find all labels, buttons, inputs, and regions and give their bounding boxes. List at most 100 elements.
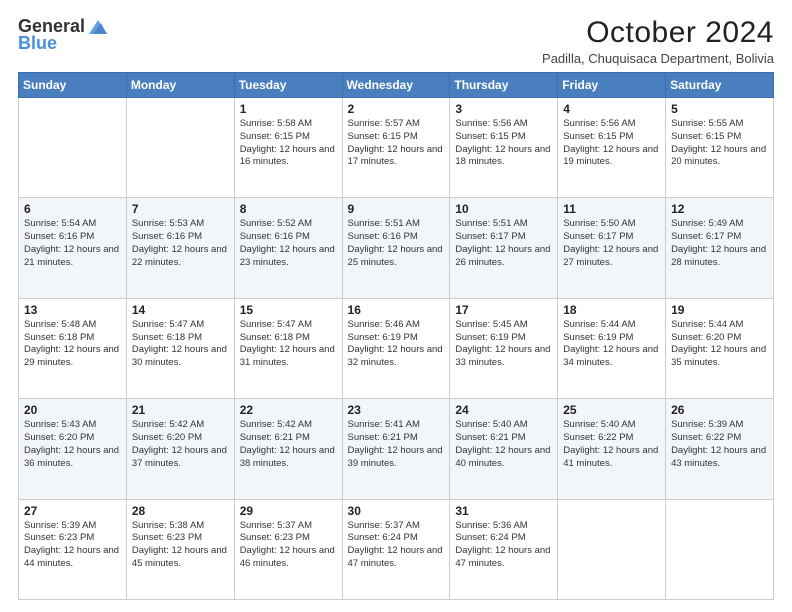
calendar-cell: [666, 499, 774, 599]
calendar-cell: 4Sunrise: 5:56 AM Sunset: 6:15 PM Daylig…: [558, 98, 666, 198]
calendar-cell: 2 Sunrise: 5:57 AM Sunset: 6:15 PM Daylig…: [342, 98, 450, 198]
day-info: Sunrise: 5:42 AM Sunset: 6:21 PM Dayligh…: [240, 419, 337, 470]
calendar-table: SundayMondayTuesdayWednesdayThursdayFrid…: [18, 72, 774, 600]
calendar-cell: 6Sunrise: 5:54 AM Sunset: 6:16 PM Daylig…: [19, 198, 127, 298]
day-info: Sunrise: 5:44 AM Sunset: 6:20 PM Dayligh…: [671, 319, 768, 370]
calendar-cell: 3 Sunrise: 5:56 AM Sunset: 6:15 PM Daylig…: [450, 98, 558, 198]
calendar-cell: 11 Sunrise: 5:50 AM Sunset: 6:17 PM Dayli…: [558, 198, 666, 298]
logo-blue: Blue: [18, 34, 57, 54]
day-number: 3: [455, 102, 552, 116]
calendar-cell: 15Sunrise: 5:47 AM Sunset: 6:18 PM Dayli…: [234, 298, 342, 398]
calendar-week-3: 13Sunrise: 5:48 AM Sunset: 6:18 PM Dayli…: [19, 298, 774, 398]
day-info: Sunrise: 5:51 AM Sunset: 6:17 PM Dayligh…: [455, 218, 552, 269]
calendar-cell: 31 Sunrise: 5:36 AM Sunset: 6:24 PM Dayli…: [450, 499, 558, 599]
main-title: October 2024: [542, 16, 774, 50]
day-number: 30: [348, 504, 445, 518]
calendar-week-1: 1 Sunrise: 5:58 AM Sunset: 6:15 PM Daylig…: [19, 98, 774, 198]
day-number: 16: [348, 303, 445, 317]
calendar-cell: 18Sunrise: 5:44 AM Sunset: 6:19 PM Dayli…: [558, 298, 666, 398]
day-number: 10: [455, 202, 552, 216]
day-number: 9: [348, 202, 445, 216]
day-number: 28: [132, 504, 229, 518]
day-number: 12: [671, 202, 768, 216]
calendar-header-row: SundayMondayTuesdayWednesdayThursdayFrid…: [19, 73, 774, 98]
day-info: Sunrise: 5:50 AM Sunset: 6:17 PM Dayligh…: [563, 218, 660, 269]
logo-icon: [87, 16, 109, 38]
day-info: Sunrise: 5:47 AM Sunset: 6:18 PM Dayligh…: [132, 319, 229, 370]
calendar-cell: 27 Sunrise: 5:39 AM Sunset: 6:23 PM Dayli…: [19, 499, 127, 599]
calendar-cell: 1 Sunrise: 5:58 AM Sunset: 6:15 PM Daylig…: [234, 98, 342, 198]
calendar-cell: 9 Sunrise: 5:51 AM Sunset: 6:16 PM Daylig…: [342, 198, 450, 298]
day-number: 20: [24, 403, 121, 417]
day-number: 25: [563, 403, 660, 417]
calendar-cell: 17 Sunrise: 5:45 AM Sunset: 6:19 PM Dayli…: [450, 298, 558, 398]
day-number: 13: [24, 303, 121, 317]
day-number: 27: [24, 504, 121, 518]
day-number: 14: [132, 303, 229, 317]
calendar-week-4: 20 Sunrise: 5:43 AM Sunset: 6:20 PM Dayli…: [19, 399, 774, 499]
calendar-cell: 30 Sunrise: 5:37 AM Sunset: 6:24 PM Dayli…: [342, 499, 450, 599]
calendar-cell: [558, 499, 666, 599]
day-info: Sunrise: 5:44 AM Sunset: 6:19 PM Dayligh…: [563, 319, 660, 370]
calendar-cell: 19 Sunrise: 5:44 AM Sunset: 6:20 PM Dayli…: [666, 298, 774, 398]
day-info: Sunrise: 5:56 AM Sunset: 6:15 PM Dayligh…: [563, 118, 660, 169]
calendar-cell: 21 Sunrise: 5:42 AM Sunset: 6:20 PM Dayli…: [126, 399, 234, 499]
day-header-tuesday: Tuesday: [234, 73, 342, 98]
day-number: 19: [671, 303, 768, 317]
day-info: Sunrise: 5:41 AM Sunset: 6:21 PM Dayligh…: [348, 419, 445, 470]
day-info: Sunrise: 5:53 AM Sunset: 6:16 PM Dayligh…: [132, 218, 229, 269]
day-info: Sunrise: 5:52 AM Sunset: 6:16 PM Dayligh…: [240, 218, 337, 269]
day-info: Sunrise: 5:58 AM Sunset: 6:15 PM Dayligh…: [240, 118, 337, 169]
day-info: Sunrise: 5:46 AM Sunset: 6:19 PM Dayligh…: [348, 319, 445, 370]
day-info: Sunrise: 5:57 AM Sunset: 6:15 PM Dayligh…: [348, 118, 445, 169]
calendar-cell: 8 Sunrise: 5:52 AM Sunset: 6:16 PM Daylig…: [234, 198, 342, 298]
calendar-cell: 5Sunrise: 5:55 AM Sunset: 6:15 PM Daylig…: [666, 98, 774, 198]
day-number: 22: [240, 403, 337, 417]
calendar-cell: [19, 98, 127, 198]
day-info: Sunrise: 5:42 AM Sunset: 6:20 PM Dayligh…: [132, 419, 229, 470]
day-info: Sunrise: 5:43 AM Sunset: 6:20 PM Dayligh…: [24, 419, 121, 470]
day-info: Sunrise: 5:40 AM Sunset: 6:21 PM Dayligh…: [455, 419, 552, 470]
day-header-friday: Friday: [558, 73, 666, 98]
day-info: Sunrise: 5:40 AM Sunset: 6:22 PM Dayligh…: [563, 419, 660, 470]
page: General Blue October 2024 Padilla, Chuqu…: [0, 0, 792, 612]
day-info: Sunrise: 5:51 AM Sunset: 6:16 PM Dayligh…: [348, 218, 445, 269]
calendar-cell: [126, 98, 234, 198]
day-number: 6: [24, 202, 121, 216]
calendar-cell: 24Sunrise: 5:40 AM Sunset: 6:21 PM Dayli…: [450, 399, 558, 499]
calendar-week-2: 6Sunrise: 5:54 AM Sunset: 6:16 PM Daylig…: [19, 198, 774, 298]
calendar-cell: 7Sunrise: 5:53 AM Sunset: 6:16 PM Daylig…: [126, 198, 234, 298]
calendar-cell: 28Sunrise: 5:38 AM Sunset: 6:23 PM Dayli…: [126, 499, 234, 599]
day-number: 2: [348, 102, 445, 116]
day-header-wednesday: Wednesday: [342, 73, 450, 98]
day-number: 1: [240, 102, 337, 116]
day-info: Sunrise: 5:39 AM Sunset: 6:22 PM Dayligh…: [671, 419, 768, 470]
day-number: 5: [671, 102, 768, 116]
header: General Blue October 2024 Padilla, Chuqu…: [18, 16, 774, 66]
calendar-week-5: 27 Sunrise: 5:39 AM Sunset: 6:23 PM Dayli…: [19, 499, 774, 599]
calendar-cell: 26 Sunrise: 5:39 AM Sunset: 6:22 PM Dayli…: [666, 399, 774, 499]
day-number: 26: [671, 403, 768, 417]
day-info: Sunrise: 5:36 AM Sunset: 6:24 PM Dayligh…: [455, 520, 552, 571]
day-number: 31: [455, 504, 552, 518]
day-info: Sunrise: 5:37 AM Sunset: 6:23 PM Dayligh…: [240, 520, 337, 571]
title-block: October 2024 Padilla, Chuquisaca Departm…: [542, 16, 774, 66]
day-info: Sunrise: 5:45 AM Sunset: 6:19 PM Dayligh…: [455, 319, 552, 370]
day-info: Sunrise: 5:56 AM Sunset: 6:15 PM Dayligh…: [455, 118, 552, 169]
calendar-cell: 29 Sunrise: 5:37 AM Sunset: 6:23 PM Dayli…: [234, 499, 342, 599]
day-header-thursday: Thursday: [450, 73, 558, 98]
day-number: 29: [240, 504, 337, 518]
day-info: Sunrise: 5:39 AM Sunset: 6:23 PM Dayligh…: [24, 520, 121, 571]
calendar-cell: 25 Sunrise: 5:40 AM Sunset: 6:22 PM Dayli…: [558, 399, 666, 499]
day-number: 17: [455, 303, 552, 317]
calendar-cell: 16 Sunrise: 5:46 AM Sunset: 6:19 PM Dayli…: [342, 298, 450, 398]
day-number: 15: [240, 303, 337, 317]
day-number: 8: [240, 202, 337, 216]
calendar-cell: 13Sunrise: 5:48 AM Sunset: 6:18 PM Dayli…: [19, 298, 127, 398]
day-number: 11: [563, 202, 660, 216]
calendar-cell: 23Sunrise: 5:41 AM Sunset: 6:21 PM Dayli…: [342, 399, 450, 499]
day-info: Sunrise: 5:49 AM Sunset: 6:17 PM Dayligh…: [671, 218, 768, 269]
day-number: 21: [132, 403, 229, 417]
calendar-cell: 20 Sunrise: 5:43 AM Sunset: 6:20 PM Dayli…: [19, 399, 127, 499]
day-info: Sunrise: 5:37 AM Sunset: 6:24 PM Dayligh…: [348, 520, 445, 571]
